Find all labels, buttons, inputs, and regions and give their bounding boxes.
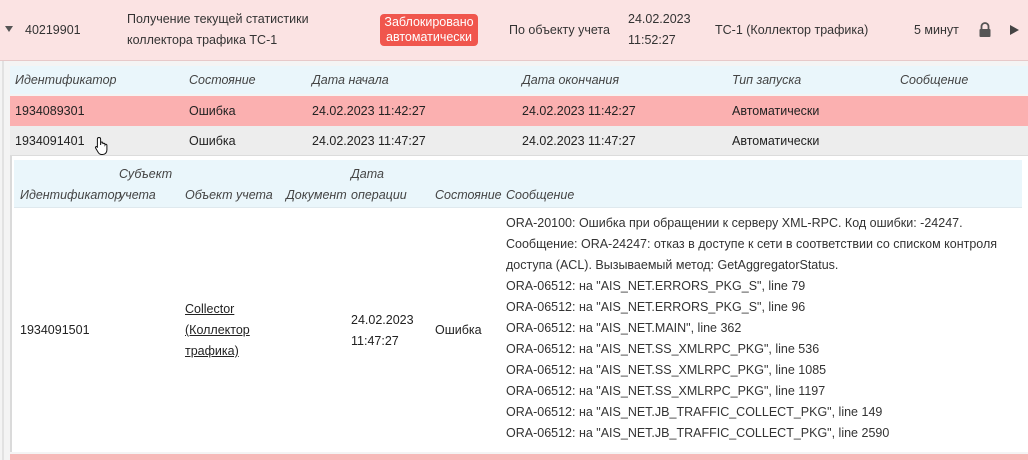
- task-title-line1: Получение текущей статистики: [127, 12, 309, 26]
- caret-down-icon[interactable]: [5, 26, 13, 32]
- detail-header-document: Документ: [286, 188, 347, 202]
- col-header-end: Дата окончания: [522, 73, 620, 87]
- collector-link[interactable]: ТС-1 (Коллектор трафика): [715, 20, 868, 41]
- task-scope: По объекту учета: [509, 23, 610, 37]
- row-launch: Автоматически: [732, 104, 820, 118]
- object-link-line1[interactable]: Collector: [185, 299, 234, 320]
- detail-header-subject-l1: Субъект: [119, 167, 173, 181]
- row-state: Ошибка: [189, 134, 236, 148]
- detail-state: Ошибка: [435, 323, 482, 337]
- message-line: ORA-06512: на "AIS_NET.SS_XMLRPC_PKG", l…: [506, 363, 827, 377]
- status-badge-line1: Заблокировано: [384, 15, 474, 29]
- row-end: 24.02.2023 11:42:27: [522, 104, 636, 118]
- message-line: ORA-06512: на "AIS_NET.ERRORS_PKG_S", li…: [506, 279, 806, 293]
- message-line: ORA-06512: на "AIS_NET.SS_XMLRPC_PKG", l…: [506, 384, 826, 398]
- lock-icon[interactable]: [978, 22, 992, 38]
- task-interval: 5 минут: [914, 23, 959, 37]
- col-header-start: Дата начала: [312, 73, 389, 87]
- message-line: ORA-06512: на "AIS_NET.JB_TRAFFIC_COLLEC…: [506, 405, 883, 419]
- col-header-launch: Тип запуска: [732, 73, 802, 87]
- message-line: Сообщение: ORA-24247: отказ в доступе к …: [506, 237, 998, 251]
- detail-header-state: Состояние: [435, 188, 502, 202]
- task-time: 11:52:27: [628, 33, 676, 47]
- next-row-edge: [10, 454, 1028, 460]
- status-badge-line2: автоматически: [386, 30, 472, 44]
- row-end: 24.02.2023 11:47:27: [522, 134, 636, 148]
- message-line: доступа (ACL). Вызываемый метод: GetAggr…: [506, 258, 839, 272]
- executions-table-header: Идентификатор Состояние Дата начала Дата…: [10, 66, 1028, 94]
- message-line: ORA-06512: на "AIS_NET.JB_TRAFFIC_COLLEC…: [506, 426, 890, 440]
- row-id: 1934089301: [15, 104, 85, 118]
- object-link-line2[interactable]: (Коллектор: [185, 320, 250, 341]
- row-id: 1934091401: [15, 134, 85, 148]
- play-icon[interactable]: [1010, 25, 1019, 35]
- message-line: ORA-06512: на "AIS_NET.SS_XMLRPC_PKG", l…: [506, 342, 820, 356]
- message-line: ORA-06512: на "AIS_NET.MAIN", line 362: [506, 321, 742, 335]
- message-line: ORA-06512: на "AIS_NET.ERRORS_PKG_S", li…: [506, 300, 806, 314]
- task-date: 24.02.2023: [628, 12, 691, 26]
- table-row[interactable]: 1934089301 Ошибка 24.02.2023 11:42:27 24…: [10, 96, 1028, 126]
- object-link-line3[interactable]: трафика): [185, 341, 239, 362]
- col-header-state: Состояние: [189, 73, 256, 87]
- hand-cursor-icon: [94, 136, 108, 155]
- row-launch: Автоматически: [732, 134, 820, 148]
- detail-header-message: Сообщение: [506, 188, 575, 202]
- detail-time: 11:47:27: [351, 334, 399, 348]
- detail-header-subject-l2: учета: [119, 188, 156, 202]
- detail-header-object: Объект учета: [185, 188, 273, 202]
- row-start: 24.02.2023 11:42:27: [312, 104, 426, 118]
- task-title-line2: коллектора трафика ТС-1: [127, 33, 278, 47]
- task-id: 40219901: [25, 23, 81, 37]
- panel-divider: [2, 61, 4, 460]
- row-state: Ошибка: [189, 104, 236, 118]
- col-header-id: Идентификатор: [15, 73, 117, 87]
- table-row[interactable]: 1934091401 Ошибка 24.02.2023 11:47:27 24…: [10, 126, 1028, 156]
- status-badge: Заблокировано автоматически: [380, 14, 478, 46]
- detail-header-opdate-l2: операции: [351, 188, 407, 202]
- detail-date: 24.02.2023: [351, 313, 414, 327]
- detail-header-id: Идентификатор: [20, 188, 122, 202]
- col-header-message: Сообщение: [900, 73, 969, 87]
- detail-header-opdate-l1: Дата: [351, 167, 384, 181]
- detail-id: 1934091501: [20, 323, 90, 337]
- message-line: ORA-20100: Ошибка при обращении к сервер…: [506, 216, 963, 230]
- row-start: 24.02.2023 11:47:27: [312, 134, 426, 148]
- task-row[interactable]: 40219901 Получение текущей статистики ко…: [0, 0, 1028, 61]
